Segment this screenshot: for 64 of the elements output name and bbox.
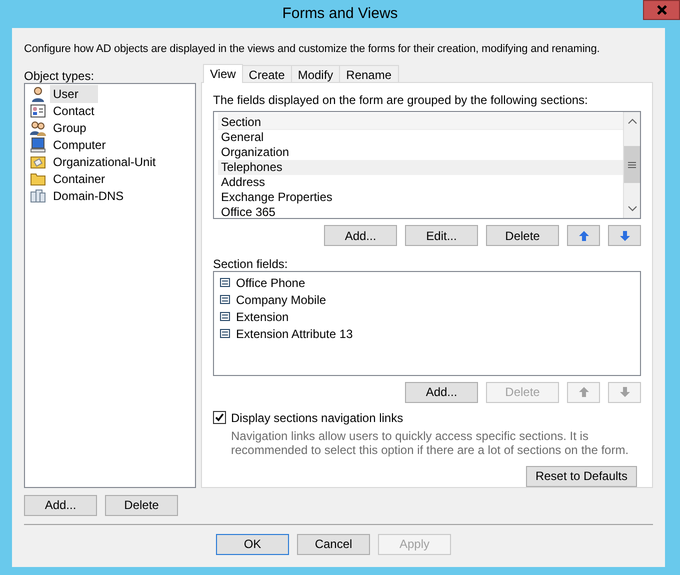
sections-caption: The fields displayed on the form are grouped by the following sections:: [213, 92, 589, 106]
section-fields-label: Section fields:: [213, 256, 289, 272]
tab[interactable]: Create: [242, 64, 292, 82]
edit-button[interactable]: Edit...: [405, 225, 478, 246]
move-down-button[interactable]: [608, 225, 641, 246]
scrollbar[interactable]: [623, 112, 640, 218]
field-icon: [220, 278, 230, 288]
field-icon: [220, 295, 230, 304]
object-type-item[interactable]: Group: [27, 120, 193, 136]
close-icon: [656, 4, 668, 16]
dialog-button[interactable]: OK: [216, 534, 289, 554]
field-icon: [220, 329, 230, 338]
up-arrow-icon: [578, 386, 590, 398]
contact-card-icon: [30, 103, 46, 119]
object-type-item[interactable]: Contact: [27, 102, 193, 120]
scroll-down-icon: [628, 206, 636, 212]
object-type-item[interactable]: Domain-DNS: [27, 188, 193, 204]
delete-button[interactable]: Delete: [105, 494, 178, 516]
close-button[interactable]: [643, 0, 680, 20]
section-item[interactable]: Office 365: [218, 204, 623, 218]
person-icon: [30, 86, 46, 102]
object-type-item[interactable]: Container: [27, 170, 193, 188]
column-header[interactable]: Section: [218, 112, 623, 130]
computer-icon: [30, 137, 46, 153]
field-item[interactable]: Office Phone: [220, 274, 640, 292]
add-button[interactable]: Add...: [24, 494, 97, 516]
scroll-up-icon: [628, 118, 636, 124]
section-item[interactable]: Address: [218, 174, 623, 190]
folder-icon: [30, 171, 46, 187]
down-arrow-icon: [618, 230, 630, 242]
field-item[interactable]: Extension Attribute 13: [220, 325, 640, 342]
section-item[interactable]: Exchange Properties: [218, 190, 623, 204]
section-item[interactable]: Organization: [218, 144, 623, 160]
reset-button[interactable]: Reset to Defaults: [526, 466, 637, 486]
object-type-item[interactable]: User: [27, 86, 193, 102]
dialog-button[interactable]: Cancel: [297, 534, 370, 554]
down-arrow-icon: [618, 386, 630, 398]
tab[interactable]: Modify: [290, 64, 340, 82]
field-icon: [220, 312, 230, 322]
description: Configure how AD objects are displayed in the views and customize the forms for their creation, modifying and renaming.: [24, 42, 601, 57]
object-type-item[interactable]: Organizational-Unit: [27, 154, 193, 170]
servers-icon: [30, 188, 46, 204]
delete-button[interactable]: Delete: [486, 225, 559, 246]
window-title: Forms and Views: [282, 4, 398, 24]
up-arrow-icon: [578, 230, 590, 242]
add-button[interactable]: Add...: [405, 382, 478, 402]
checkmark-icon: [215, 413, 224, 422]
object-type-item[interactable]: Computer: [27, 136, 193, 154]
people-icon: [30, 120, 46, 136]
object-types-label: Object types:: [24, 68, 96, 82]
field-item[interactable]: Company Mobile: [220, 291, 640, 308]
section-item[interactable]: Telephones: [218, 160, 623, 174]
scroll-thumb[interactable]: [624, 146, 640, 184]
add-button[interactable]: Add...: [324, 225, 397, 246]
section-item[interactable]: General: [218, 130, 623, 144]
move-up-button[interactable]: [567, 225, 600, 246]
checkbox-label[interactable]: Display sections navigation links: [231, 408, 404, 426]
folder-icon: [30, 154, 46, 170]
field-item[interactable]: Extension: [220, 308, 640, 326]
tab[interactable]: View: [203, 64, 243, 82]
grip-icon: [628, 162, 636, 168]
checkbox[interactable]: [213, 411, 226, 424]
tab[interactable]: Rename: [339, 64, 399, 82]
hint-text: Navigation links allow users to quickly access specific sections. It is recommended to select this option if there are a lot of sections on the form.: [231, 428, 630, 456]
